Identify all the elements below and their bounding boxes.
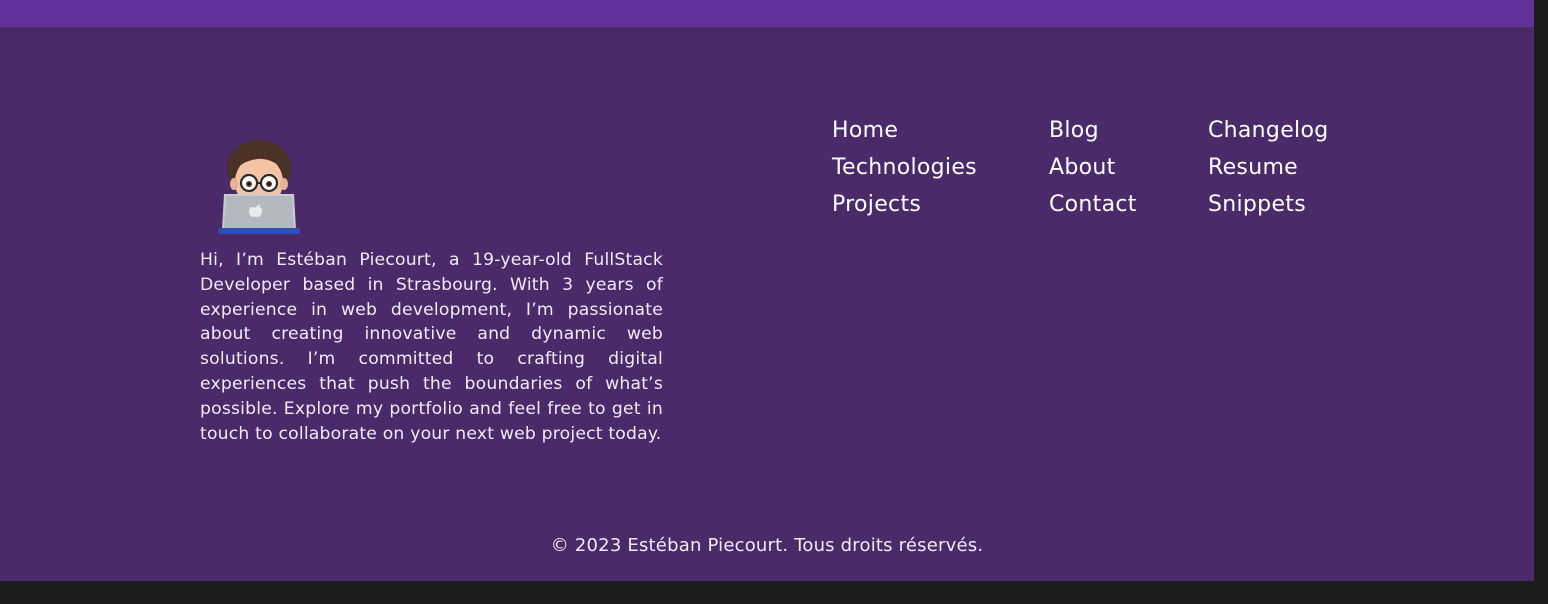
copyright-text: © 2023 Estéban Piecourt. Tous droits rés… (550, 535, 984, 556)
accent-band (0, 0, 1534, 27)
nav-link-snippets[interactable]: Snippets (1208, 187, 1328, 224)
nav-link-blog[interactable]: Blog (1049, 113, 1137, 150)
bio-text: Hi, I’m Estéban Piecourt, a 19-year-old … (200, 250, 663, 444)
nav-link-resume[interactable]: Resume (1208, 150, 1328, 187)
bottom-strip (0, 581, 1548, 604)
nav-link-projects[interactable]: Projects (832, 187, 977, 224)
footer-nav-column-1: Home Technologies Projects (832, 113, 977, 223)
nav-link-contact[interactable]: Contact (1049, 187, 1137, 224)
footer-nav-column-2: Blog About Contact (1049, 113, 1137, 223)
scrollbar-track[interactable] (1534, 0, 1548, 581)
footer-nav-column-3: Changelog Resume Snippets (1208, 113, 1328, 223)
nav-link-technologies[interactable]: Technologies (832, 150, 977, 187)
site-footer: Hi, I’m Estéban Piecourt, a 19-year-old … (0, 27, 1534, 581)
nav-link-home[interactable]: Home (832, 113, 977, 150)
nav-link-changelog[interactable]: Changelog (1208, 113, 1328, 150)
avatar-icon (218, 140, 300, 234)
page: Hi, I’m Estéban Piecourt, a 19-year-old … (0, 0, 1548, 604)
nav-link-about[interactable]: About (1049, 150, 1137, 187)
